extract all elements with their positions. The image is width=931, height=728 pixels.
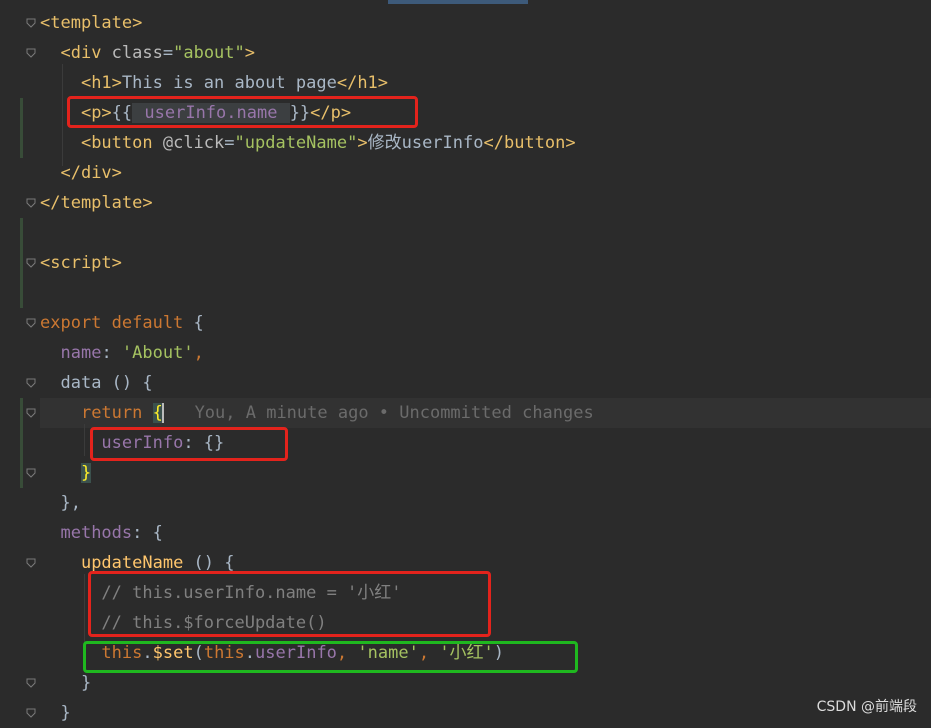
watermark: CSDN @前端段 (816, 699, 917, 715)
code-token: </div> (60, 163, 122, 183)
fold-toggle-icon[interactable] (26, 18, 36, 28)
code-token: }, (40, 493, 81, 513)
code-token: name (60, 343, 102, 363)
code-token: </template> (40, 193, 153, 213)
code-line[interactable]: export default { (40, 308, 204, 338)
code-token: 'About' (121, 343, 194, 363)
code-token: () { (101, 373, 153, 393)
code-editor[interactable]: <template> <div class="about"> <h1>This … (0, 0, 931, 724)
code-line[interactable]: <template> (40, 8, 142, 38)
code-token: return (80, 403, 153, 423)
code-token: data (60, 373, 102, 393)
fold-toggle-icon[interactable] (26, 258, 36, 268)
code-token: = (162, 43, 174, 63)
code-token: "updateName" (234, 133, 358, 153)
fold-toggle-icon[interactable] (26, 408, 36, 418)
code-token: = (224, 133, 235, 153)
fold-toggle-icon[interactable] (26, 468, 36, 478)
code-line[interactable]: <button @click="updateName">修改userInfo</… (40, 128, 576, 158)
code-token: > (244, 43, 256, 63)
fold-toggle-icon[interactable] (26, 558, 36, 568)
annotation-box-green (83, 641, 578, 673)
fold-toggle-icon[interactable] (26, 48, 36, 58)
code-token: <template> (40, 13, 143, 33)
code-token: <div (60, 43, 112, 63)
code-token: : { (132, 523, 163, 543)
code-token: methods (60, 523, 133, 543)
fold-toggle-icon[interactable] (26, 198, 36, 208)
code-token: () { (183, 553, 235, 573)
code-line[interactable]: } (40, 458, 92, 488)
code-token: { (193, 313, 204, 333)
vcs-change-marker (20, 398, 23, 488)
code-token: "about" (173, 43, 245, 63)
code-token: , (193, 343, 204, 363)
code-line[interactable]: <h1>This is an about page</h1> (40, 68, 388, 98)
code-token: : (101, 343, 122, 363)
code-token: updateName (80, 553, 184, 573)
code-token: <button (80, 133, 163, 153)
active-tab-indicator (388, 0, 528, 4)
code-line[interactable]: } (40, 668, 91, 698)
vcs-change-marker (20, 218, 23, 308)
code-line[interactable]: <div class="about"> (40, 38, 255, 68)
fold-toggle-icon[interactable] (26, 678, 36, 688)
code-token: </button> (483, 133, 576, 153)
code-line[interactable]: </div> (40, 158, 122, 188)
fold-toggle-icon[interactable] (26, 318, 36, 328)
code-token: 修改userInfo (367, 133, 484, 153)
git-blame-hint: You, A minute ago • Uncommitted changes (163, 403, 594, 423)
code-line[interactable]: <script> (40, 248, 122, 278)
code-line[interactable]: methods: { (40, 518, 163, 548)
fold-toggle-icon[interactable] (26, 378, 36, 388)
code-line[interactable]: return { You, A minute ago • Uncommitted… (40, 398, 594, 428)
matched-brace: } (80, 463, 92, 483)
code-token: @click (162, 133, 225, 153)
code-token: > (357, 133, 368, 153)
code-token: class (111, 43, 163, 63)
code-token: } (40, 703, 71, 723)
vcs-change-marker (20, 98, 23, 158)
code-line[interactable]: name: 'About', (40, 338, 204, 368)
code-line[interactable]: }, (40, 488, 81, 518)
code-token: export default (40, 313, 194, 333)
code-line[interactable]: data () { (40, 368, 153, 398)
code-token: } (40, 673, 92, 693)
annotation-box-red (88, 571, 491, 637)
annotation-box-red (67, 96, 418, 128)
code-token: This is an about page (121, 73, 337, 93)
code-line[interactable]: </template> (40, 188, 153, 218)
code-token: </h1> (336, 73, 389, 93)
code-token: <h1> (80, 73, 122, 93)
code-token: <script> (40, 253, 122, 273)
fold-toggle-icon[interactable] (26, 708, 36, 718)
annotation-box-red (90, 427, 288, 461)
